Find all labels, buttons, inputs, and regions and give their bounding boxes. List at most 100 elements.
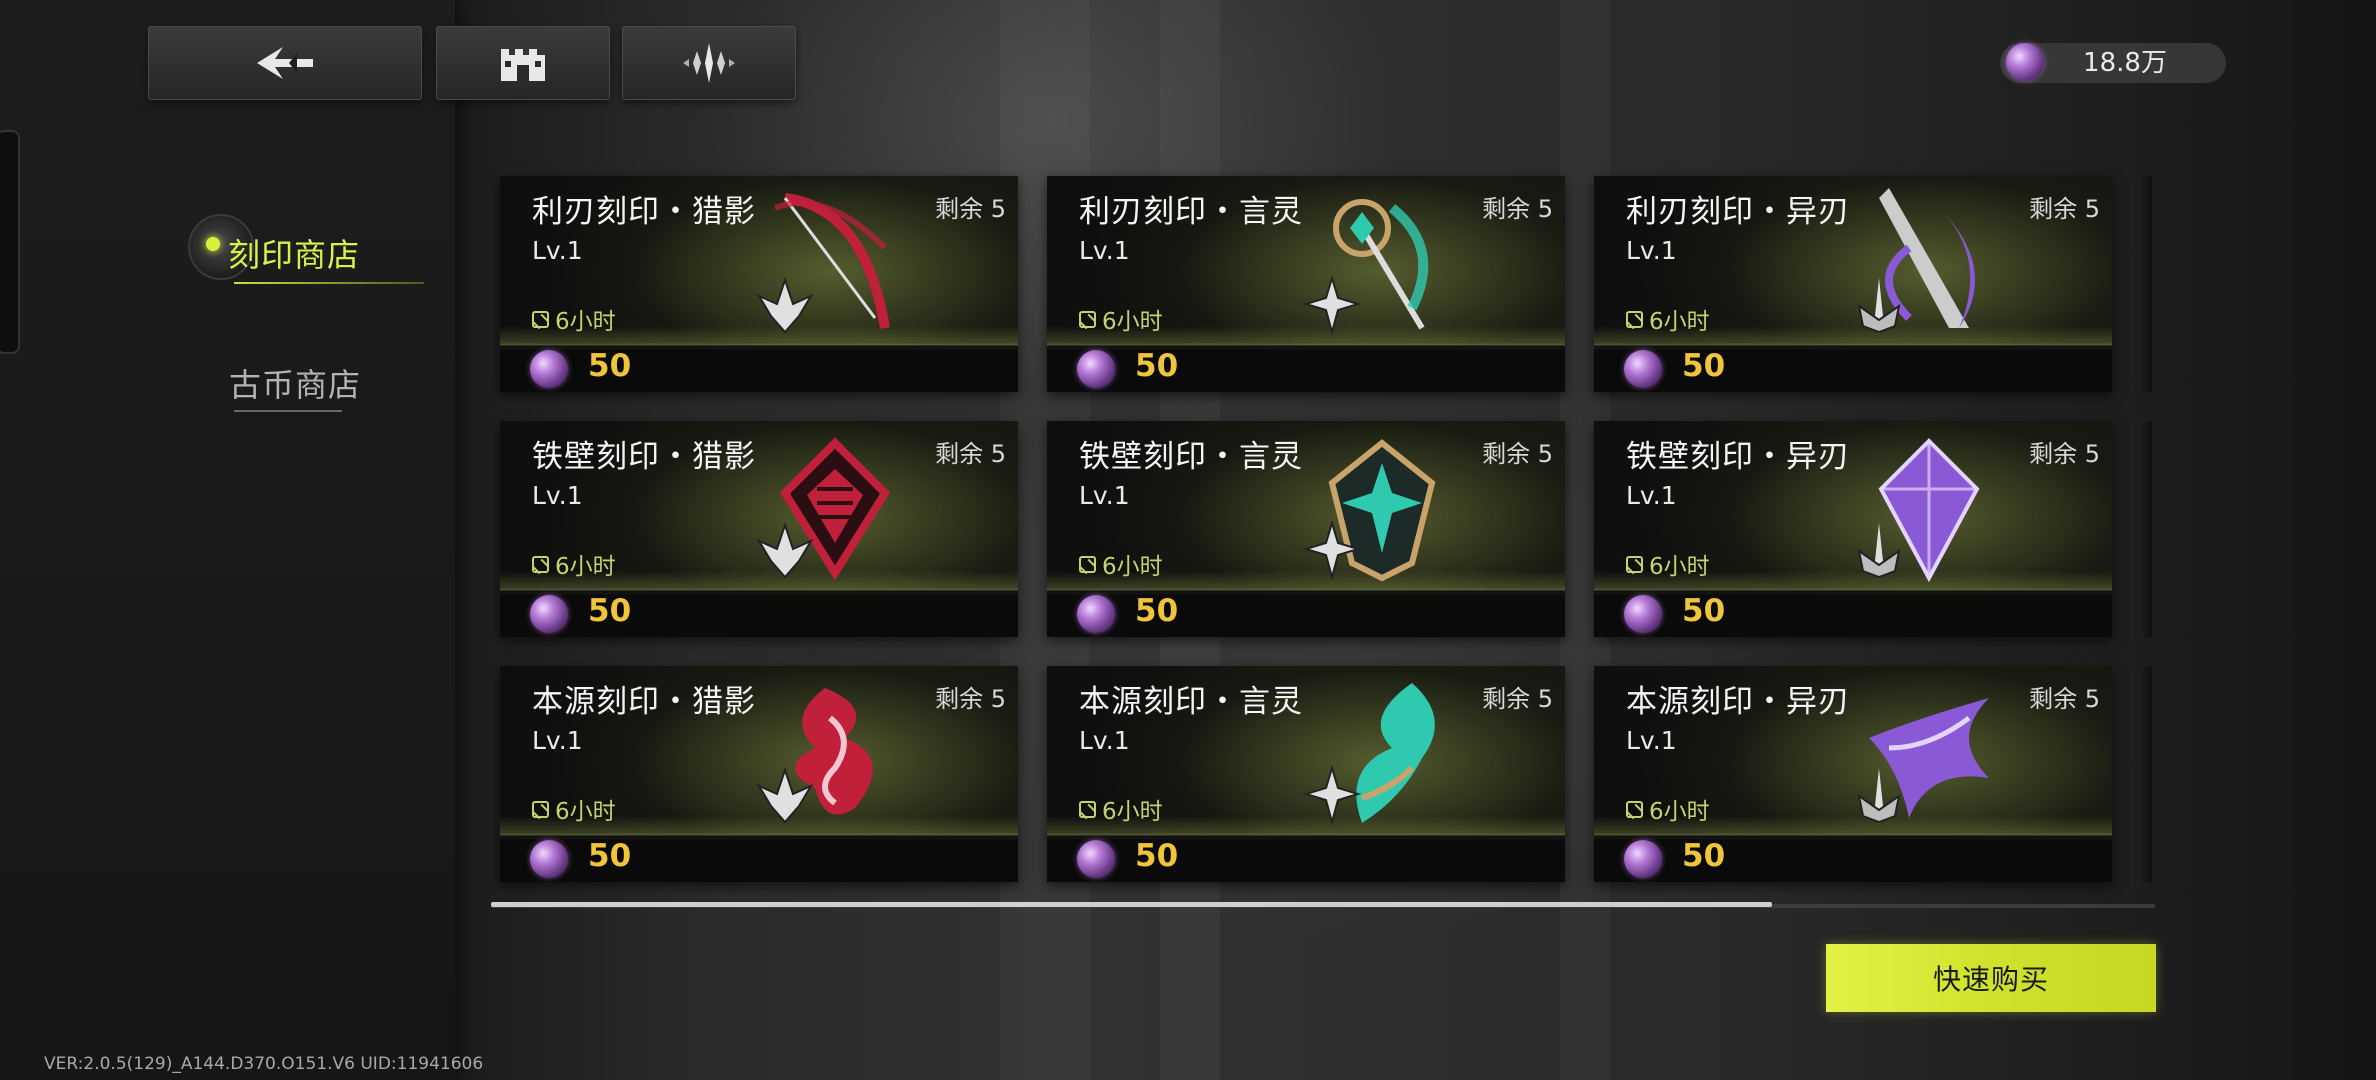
castle-button[interactable]: [436, 26, 610, 100]
item-timer: 6小时: [532, 302, 616, 336]
sidebar-item-label: 刻印商店: [228, 236, 361, 274]
hourglass-icon: [1626, 555, 1643, 573]
item-stock: 剩余 5: [935, 440, 1006, 468]
price-bar: 50: [1047, 345, 1565, 392]
quick-buy-label: 快速购买: [1932, 963, 2049, 996]
item-price: 50: [1135, 348, 1179, 384]
item-level: Lv.1: [1626, 726, 1677, 755]
timer-text: 6小时: [555, 309, 616, 335]
item-timer: 6小时: [1626, 792, 1710, 826]
item-price: 50: [588, 838, 632, 874]
price-bar: 50: [1594, 345, 2112, 392]
hourglass-icon: [532, 555, 549, 573]
blade-class-icon: [1857, 278, 1901, 334]
orb-currency-icon: [1077, 840, 1115, 878]
orb-currency-icon: [1624, 595, 1662, 633]
item-price: 50: [1135, 838, 1179, 874]
item-price: 50: [588, 348, 632, 384]
active-underline: [234, 282, 424, 284]
price-bar: 50: [1047, 590, 1565, 637]
hourglass-icon: [532, 800, 549, 818]
item-name: 本源刻印・异刃: [1626, 684, 1850, 720]
shop-item-card[interactable]: 铁壁刻印・言灵 剩余 5 Lv.1 6小时 50: [1047, 421, 1565, 637]
price-bar: 50: [500, 835, 1018, 882]
timer-text: 6小时: [1102, 309, 1163, 335]
item-level: Lv.1: [532, 481, 583, 510]
item-level: Lv.1: [1626, 481, 1677, 510]
price-bar: 50: [500, 345, 1018, 392]
shop-item-card[interactable]: 本源刻印・猎影 剩余 5 Lv.1 6小时 50: [500, 666, 1018, 882]
shop-item-card[interactable]: 利刃刻印・猎影 剩余 5 Lv.1 6小时 50: [500, 176, 1018, 392]
item-timer: 6小时: [1626, 302, 1710, 336]
blade-class-icon: [1857, 768, 1901, 824]
next-card-edge: [2140, 421, 2152, 637]
item-name: 铁壁刻印・言灵: [1079, 439, 1303, 475]
shop-item-card[interactable]: 利刃刻印・言灵 剩余 5 Lv.1 6小时 50: [1047, 176, 1565, 392]
item-stock: 剩余 5: [1482, 685, 1553, 713]
orb-currency-icon: [530, 595, 568, 633]
castle-icon: [501, 49, 545, 81]
orb-currency-icon: [1077, 350, 1115, 388]
scrollbar-thumb[interactable]: [491, 902, 1772, 907]
sidebar-item-underline: [234, 410, 342, 412]
item-price: 50: [1682, 348, 1726, 384]
item-timer: 6小时: [1079, 792, 1163, 826]
hourglass-icon: [1079, 310, 1096, 328]
hourglass-icon: [1079, 800, 1096, 818]
hourglass-icon: [1626, 800, 1643, 818]
orb-currency-icon: [530, 840, 568, 878]
item-stock: 剩余 5: [2029, 195, 2100, 223]
timer-text: 6小时: [1649, 799, 1710, 825]
price-bar: 50: [1594, 590, 2112, 637]
item-name: 利刃刻印・异刃: [1626, 194, 1850, 230]
item-timer: 6小时: [532, 547, 616, 581]
spirit-class-icon: [1302, 766, 1362, 826]
sidebar-panel: [0, 0, 455, 1080]
item-level: Lv.1: [1626, 236, 1677, 265]
sidebar-item-imprint-shop[interactable]: 刻印商店: [188, 212, 438, 288]
sidebar-item-coin-shop[interactable]: 古币商店: [229, 360, 361, 406]
back-button[interactable]: [148, 26, 422, 100]
price-bar: 50: [1594, 835, 2112, 882]
next-card-edge: [2140, 176, 2152, 392]
hunter-class-icon: [756, 276, 814, 334]
hourglass-icon: [532, 310, 549, 328]
crest-button[interactable]: [622, 26, 796, 100]
timer-text: 6小时: [1102, 799, 1163, 825]
item-timer: 6小时: [532, 792, 616, 826]
item-timer: 6小时: [1626, 547, 1710, 581]
orb-currency-icon: [530, 350, 568, 388]
item-name: 铁壁刻印・猎影: [532, 439, 756, 475]
item-stock: 剩余 5: [935, 195, 1006, 223]
spirit-class-icon: [1302, 521, 1362, 581]
quick-buy-button[interactable]: 快速购买: [1826, 944, 2156, 1012]
shop-item-card[interactable]: 铁壁刻印・猎影 剩余 5 Lv.1 6小时 50: [500, 421, 1018, 637]
item-stock: 剩余 5: [2029, 440, 2100, 468]
item-level: Lv.1: [532, 726, 583, 755]
item-level: Lv.1: [1079, 236, 1130, 265]
edge-handle: [0, 130, 20, 354]
active-indicator-icon: [206, 237, 220, 251]
arrow-left-icon: [257, 47, 313, 79]
item-name: 本源刻印・猎影: [532, 684, 756, 720]
item-stock: 剩余 5: [1482, 440, 1553, 468]
shop-item-card[interactable]: 本源刻印・异刃 剩余 5 Lv.1 6小时 50: [1594, 666, 2112, 882]
version-info: VER:2.0.5(129)_A144.D370.O151.V6 UID:119…: [44, 1054, 484, 1074]
next-card-edge: [2140, 666, 2152, 882]
item-name: 利刃刻印・猎影: [532, 194, 756, 230]
timer-text: 6小时: [1102, 554, 1163, 580]
hunter-class-icon: [756, 766, 814, 824]
item-stock: 剩余 5: [1482, 195, 1553, 223]
price-bar: 50: [500, 590, 1018, 637]
spirit-class-icon: [1302, 276, 1362, 336]
item-level: Lv.1: [1079, 726, 1130, 755]
shop-item-card[interactable]: 利刃刻印・异刃 剩余 5 Lv.1 6小时 50: [1594, 176, 2112, 392]
orb-currency-icon: [1624, 840, 1662, 878]
timer-text: 6小时: [555, 554, 616, 580]
timer-text: 6小时: [1649, 309, 1710, 335]
shop-item-card[interactable]: 铁壁刻印・异刃 剩余 5 Lv.1 6小时 50: [1594, 421, 2112, 637]
crest-icon: [683, 43, 735, 83]
hunter-class-icon: [756, 521, 814, 579]
shop-item-card[interactable]: 本源刻印・言灵 剩余 5 Lv.1 6小时 50: [1047, 666, 1565, 882]
item-name: 利刃刻印・言灵: [1079, 194, 1303, 230]
